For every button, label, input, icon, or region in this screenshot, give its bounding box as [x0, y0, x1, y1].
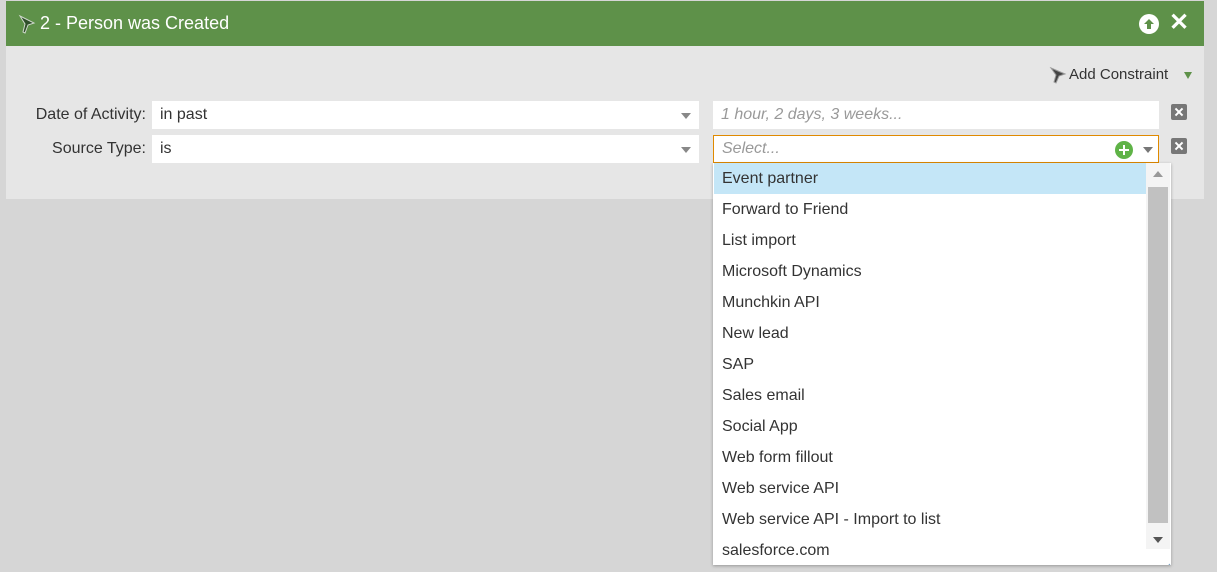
chevron-down-icon: [1184, 72, 1192, 79]
date-value-input[interactable]: [713, 101, 1159, 129]
chevron-down-icon[interactable]: [1143, 147, 1153, 153]
funnel-icon: [18, 14, 36, 34]
constraint-label: Date of Activity:: [35, 106, 146, 123]
remove-constraint-icon[interactable]: [1171, 138, 1187, 154]
source-type-dropdown: Event partner Forward to Friend List imp…: [713, 163, 1171, 565]
close-icon[interactable]: ✕: [1168, 11, 1190, 35]
dropdown-option[interactable]: Sales email: [714, 380, 1146, 411]
resize-grip-icon[interactable]: [1163, 557, 1171, 565]
move-up-icon[interactable]: [1139, 14, 1159, 34]
dropdown-option[interactable]: Web service API: [714, 473, 1146, 504]
add-constraint-label: Add Constraint: [1069, 66, 1169, 83]
dropdown-option[interactable]: Event partner: [714, 163, 1146, 194]
source-type-combobox[interactable]: [713, 135, 1159, 163]
scroll-down-icon[interactable]: [1153, 537, 1163, 543]
operator-select[interactable]: in past: [152, 101, 699, 129]
dropdown-option[interactable]: List import: [714, 225, 1146, 256]
dropdown-option[interactable]: salesforce.com: [714, 535, 1146, 565]
operator-select[interactable]: is: [152, 135, 699, 163]
constraint-label: Source Type:: [52, 140, 146, 157]
scroll-thumb[interactable]: [1148, 187, 1168, 523]
filter-header: 2 - Person was Created ✕: [6, 1, 1204, 46]
dropdown-scrollbar[interactable]: [1146, 163, 1170, 549]
chevron-down-icon: [681, 147, 691, 153]
operator-value: in past: [160, 106, 208, 123]
dropdown-option[interactable]: Forward to Friend: [714, 194, 1146, 225]
scroll-up-icon[interactable]: [1153, 171, 1163, 177]
remove-constraint-icon[interactable]: [1171, 104, 1187, 120]
operator-value: is: [160, 140, 172, 157]
dropdown-option[interactable]: Social App: [714, 411, 1146, 442]
funnel-icon: [1049, 66, 1067, 88]
add-value-icon[interactable]: [1115, 141, 1133, 159]
dropdown-option[interactable]: New lead: [714, 318, 1146, 349]
dropdown-option[interactable]: Microsoft Dynamics: [714, 256, 1146, 287]
chevron-down-icon: [681, 113, 691, 119]
dropdown-option[interactable]: Web service API - Import to list: [714, 504, 1146, 535]
filter-title: 2 - Person was Created: [40, 13, 230, 33]
source-type-input[interactable]: [715, 137, 1119, 161]
dropdown-option[interactable]: Munchkin API: [714, 287, 1146, 318]
dropdown-option[interactable]: SAP: [714, 349, 1146, 380]
dropdown-option[interactable]: Web form fillout: [714, 442, 1146, 473]
